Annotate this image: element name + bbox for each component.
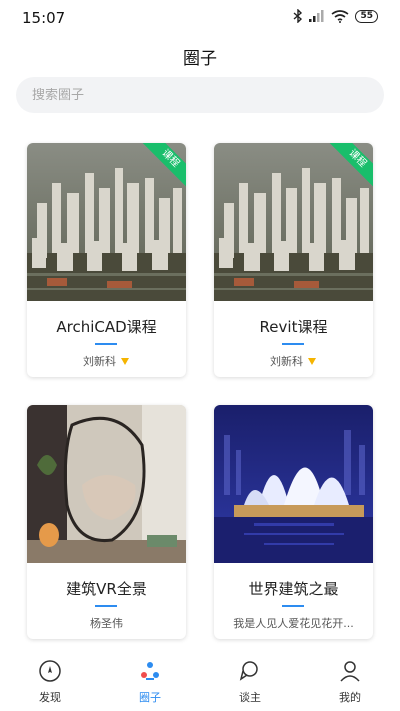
search-bar[interactable] [16,77,384,113]
card-divider [282,605,304,607]
tab-label: 我的 [339,691,361,704]
author-name: 我是人见人爱花见花开... [233,617,354,630]
tab-discover[interactable]: 发现 [20,659,80,705]
page-title: 圈子 [183,49,217,69]
card-author: 我是人见人爱花见花开... [214,615,373,631]
opera-house-image [214,405,373,563]
city-aerial-image [214,143,373,301]
tab-label: 谈主 [239,691,261,704]
card-divider [282,343,304,345]
status-time: 15:07 [22,9,66,27]
card-title: Revit课程 [259,318,328,336]
circle-card-revit[interactable]: 课程 Revit课程 刘新科 [214,143,373,377]
status-bar: 15:07 55 [0,0,400,34]
tab-chat[interactable]: 谈主 [220,659,280,705]
city-aerial-image [27,143,186,301]
battery-indicator: 55 [355,9,378,23]
signal-icon [309,10,324,22]
card-author: 杨圣伟 [27,615,186,631]
author-name: 刘新科 [270,355,303,368]
search-input[interactable] [32,87,352,103]
card-divider [95,605,117,607]
circle-card-vr[interactable]: 建筑VR全景 杨圣伟 [27,405,186,639]
circle-card-archicad[interactable]: 课程 ArchiCAD课程 刘新科 [27,143,186,377]
circle-icon [141,662,159,680]
profile-icon [340,661,360,682]
bluetooth-icon [294,9,303,23]
author-name: 杨圣伟 [90,617,123,630]
verified-icon [121,357,129,365]
chat-icon [239,661,258,681]
bottom-tab-bar: 发现 圈子 谈主 我的 [0,653,400,711]
card-author: 刘新科 [27,353,186,369]
verified-icon [308,357,316,365]
tab-label: 发现 [39,691,61,704]
hanging-chair-image [27,405,186,563]
card-divider [95,343,117,345]
wifi-icon [331,9,349,23]
tab-label: 圈子 [139,691,161,704]
discover-icon [39,660,61,682]
author-name: 刘新科 [83,355,116,368]
card-title: ArchiCAD课程 [56,318,157,336]
circle-card-world-architecture[interactable]: 世界建筑之最 我是人见人爱花见花开... [214,405,373,639]
card-title: 世界建筑之最 [248,580,339,598]
tab-circle[interactable]: 圈子 [120,659,180,705]
card-author: 刘新科 [214,353,373,369]
tab-profile[interactable]: 我的 [320,659,380,705]
card-title: 建筑VR全景 [66,580,147,598]
status-icons: 55 [293,9,378,23]
